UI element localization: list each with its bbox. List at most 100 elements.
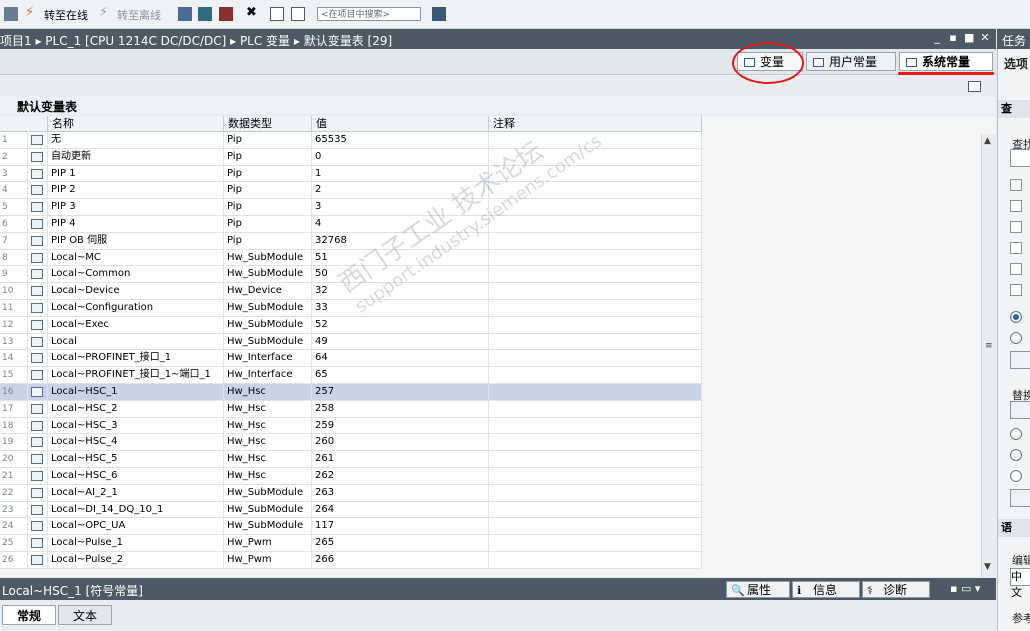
close-icon[interactable]: ✕ [980, 32, 990, 43]
cell-data-type[interactable]: Pip [224, 165, 312, 182]
cell-value[interactable]: 265 [312, 535, 489, 552]
cell-comment[interactable] [489, 400, 702, 417]
cell-value[interactable]: 259 [312, 417, 489, 434]
cell-comment[interactable] [489, 148, 702, 165]
cell-data-type[interactable]: Hw_SubModule [224, 299, 312, 316]
cell-name[interactable]: Local~HSC_2 [48, 400, 224, 417]
cell-data-type[interactable]: Hw_Hsc [224, 400, 312, 417]
direction-radio-down[interactable] [1010, 311, 1022, 323]
cell-name[interactable]: 自动更新 [48, 148, 224, 165]
table-row[interactable]: 14 Local~PROFINET_接口_1 Hw_Interface 64 [0, 350, 702, 368]
table-row[interactable]: 16 Local~HSC_1 Hw_Hsc 257 [0, 383, 702, 401]
option-checkbox-2[interactable] [1010, 200, 1022, 212]
cell-data-type[interactable]: Hw_SubModule [224, 333, 312, 350]
cell-value[interactable]: 261 [312, 451, 489, 468]
cell-data-type[interactable]: Hw_SubModule [224, 484, 312, 501]
cell-comment[interactable] [489, 484, 702, 501]
cell-comment[interactable] [489, 165, 702, 182]
cell-data-type[interactable]: Hw_Device [224, 283, 312, 300]
table-row[interactable]: 12 Local~Exec Hw_SubModule 52 [0, 316, 702, 334]
table-row[interactable]: 22 Local~AI_2_1 Hw_SubModule 263 [0, 484, 702, 502]
cell-name[interactable]: PIP 1 [48, 165, 224, 182]
search-icon[interactable] [432, 7, 446, 21]
cell-comment[interactable] [489, 350, 702, 367]
table-row[interactable]: 5 PIP 3 Pip 3 [0, 199, 702, 216]
tab-system-constants[interactable]: 系统常量 [899, 52, 993, 71]
cell-data-type[interactable]: Hw_SubModule [224, 316, 312, 333]
go-online-icon[interactable]: ⚡ [25, 5, 39, 20]
cell-comment[interactable] [489, 266, 702, 283]
replace-radio-3[interactable] [1010, 470, 1022, 482]
cell-value[interactable]: 52 [312, 316, 489, 333]
table-row[interactable]: 7 PIP OB 伺服 Pip 32768 [0, 232, 702, 250]
cell-data-type[interactable]: Hw_Hsc [224, 417, 312, 434]
cell-value[interactable]: 33 [312, 299, 489, 316]
table-row[interactable]: 3 PIP 1 Pip 1 [0, 165, 702, 183]
cell-data-type[interactable]: Hw_Pwm [224, 551, 312, 568]
cell-comment[interactable] [489, 451, 702, 468]
table-row[interactable]: 8 Local~MC Hw_SubModule 51 [0, 249, 702, 267]
column-header-name[interactable]: 名称 [48, 116, 224, 131]
option-checkbox-3[interactable] [1010, 221, 1022, 233]
cell-name[interactable]: Local~Configuration [48, 299, 224, 316]
table-row[interactable]: 6 PIP 4 Pip 4 [0, 215, 702, 233]
start-cpu-icon[interactable] [198, 7, 212, 21]
diagnostics-tab[interactable]: ⚕ 诊断 [862, 581, 930, 598]
cell-value[interactable]: 32 [312, 283, 489, 300]
cell-name[interactable]: Local~PROFINET_接口_1 [48, 350, 224, 367]
cell-name[interactable]: Local~Exec [48, 316, 224, 333]
cell-data-type[interactable]: Pip [224, 148, 312, 165]
cell-comment[interactable] [489, 501, 702, 518]
split-vertical-icon[interactable] [291, 7, 305, 21]
cell-comment[interactable] [489, 535, 702, 552]
table-row[interactable]: 25 Local~Pulse_1 Hw_Pwm 265 [0, 535, 702, 552]
cell-data-type[interactable]: Hw_SubModule [224, 518, 312, 535]
scroll-up-icon[interactable]: ▲ [984, 136, 991, 146]
table-row[interactable]: 9 Local~Common Hw_SubModule 50 [0, 266, 702, 284]
cell-name[interactable]: Local~AI_2_1 [48, 484, 224, 501]
minimize-icon[interactable]: _ [932, 32, 942, 43]
cell-value[interactable]: 65535 [312, 132, 489, 148]
cell-value[interactable]: 257 [312, 383, 489, 400]
cell-comment[interactable] [489, 249, 702, 266]
cross-reference-icon[interactable]: ✖ [246, 5, 260, 20]
project-search-input[interactable]: <在项目中搜索> [317, 7, 421, 21]
cell-value[interactable]: 4 [312, 215, 489, 232]
cell-value[interactable]: 0 [312, 148, 489, 165]
column-header-value[interactable]: 值 [312, 116, 489, 131]
cell-name[interactable]: Local~MC [48, 249, 224, 266]
cell-comment[interactable] [489, 283, 702, 300]
cell-comment[interactable] [489, 434, 702, 451]
cell-data-type[interactable]: Hw_SubModule [224, 249, 312, 266]
cell-value[interactable]: 266 [312, 551, 489, 568]
inspector-window-controls-icon[interactable]: ▪ ▭ ▾ [950, 582, 980, 595]
cell-name[interactable]: Local~HSC_5 [48, 451, 224, 468]
edit-language-select[interactable]: 中文 [1010, 568, 1030, 599]
cell-comment[interactable] [489, 333, 702, 350]
table-row[interactable]: 11 Local~Configuration Hw_SubModule 33 [0, 299, 702, 317]
tab-text[interactable]: 文本 [58, 605, 112, 625]
properties-tab[interactable]: 🔍 属性 [726, 581, 790, 598]
cell-data-type[interactable]: Hw_Hsc [224, 434, 312, 451]
cell-value[interactable]: 262 [312, 467, 489, 484]
cell-data-type[interactable]: Hw_Interface [224, 367, 312, 384]
find-button[interactable] [1010, 351, 1030, 369]
split-horizontal-icon[interactable] [270, 7, 284, 21]
cell-name[interactable]: 无 [48, 132, 224, 148]
cell-data-type[interactable]: Hw_Hsc [224, 467, 312, 484]
option-checkbox-5[interactable] [1010, 263, 1022, 275]
replace-radio-1[interactable] [1010, 428, 1022, 440]
option-checkbox-6[interactable] [1010, 284, 1022, 296]
cell-data-type[interactable]: Hw_Pwm [224, 535, 312, 552]
cell-value[interactable]: 64 [312, 350, 489, 367]
option-checkbox-4[interactable] [1010, 242, 1022, 254]
cell-name[interactable]: Local~HSC_6 [48, 467, 224, 484]
cell-name[interactable]: Local [48, 333, 224, 350]
cell-comment[interactable] [489, 367, 702, 384]
cell-value[interactable]: 50 [312, 266, 489, 283]
cell-data-type[interactable]: Hw_Interface [224, 350, 312, 367]
cell-data-type[interactable]: Pip [224, 199, 312, 216]
cell-name[interactable]: Local~Pulse_2 [48, 551, 224, 568]
table-row[interactable]: 21 Local~HSC_6 Hw_Hsc 262 [0, 467, 702, 485]
cell-name[interactable]: Local~Common [48, 266, 224, 283]
